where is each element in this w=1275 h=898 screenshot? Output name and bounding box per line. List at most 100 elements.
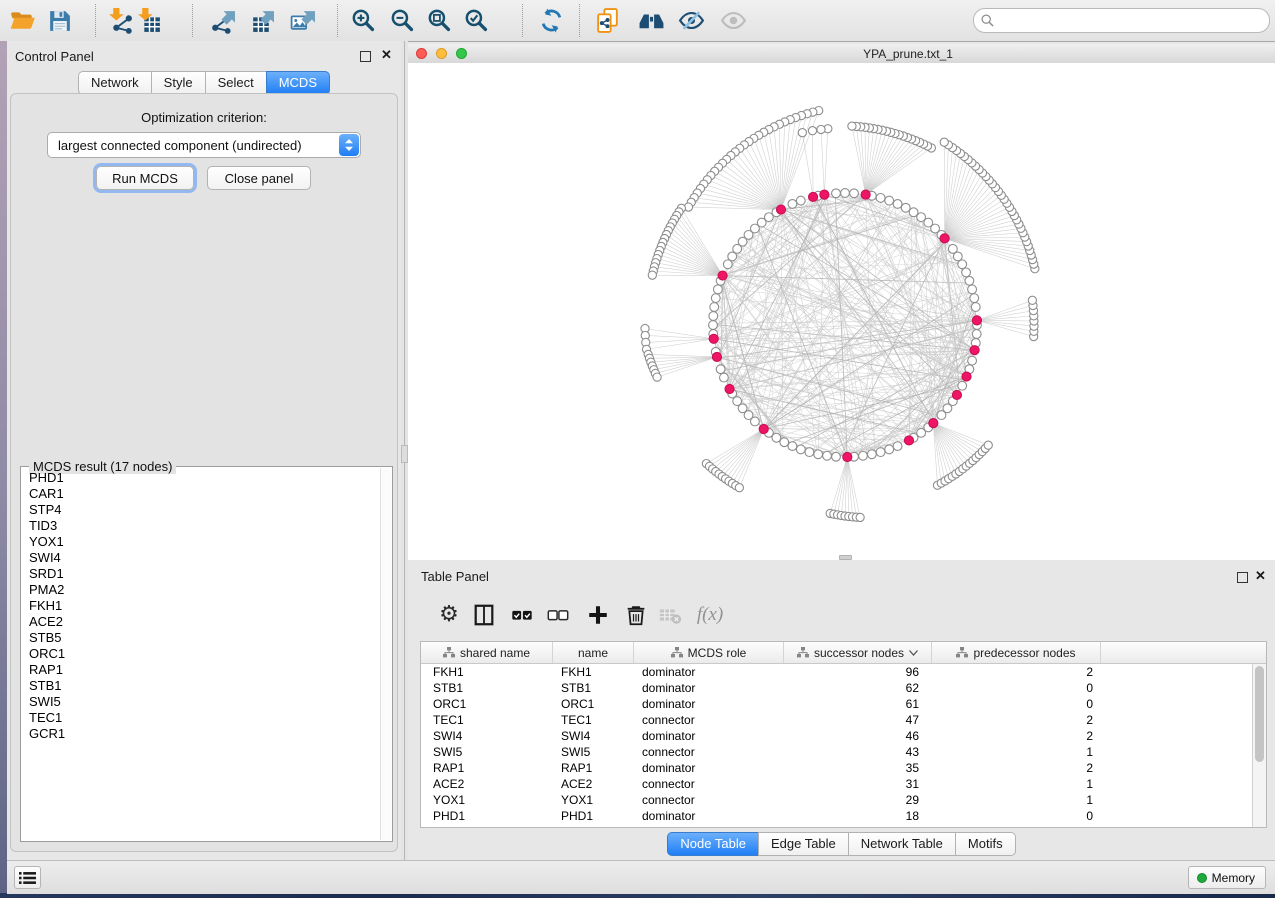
mcds-result-item[interactable]: STB5 <box>22 630 380 646</box>
tab-mcds[interactable]: MCDS <box>266 71 330 95</box>
cell-shared-name: ORC1 <box>421 696 553 712</box>
tab-network-table[interactable]: Network Table <box>848 832 956 856</box>
minimize-traffic-light[interactable] <box>436 48 447 59</box>
create-column-button[interactable] <box>581 598 615 632</box>
table-row[interactable]: PHD1PHD1dominator180 <box>421 808 1266 824</box>
duplicate-network-button[interactable] <box>589 3 625 37</box>
column-label: MCDS role <box>688 646 747 660</box>
network-canvas[interactable] <box>408 63 1275 560</box>
zoom-in-icon <box>350 7 377 34</box>
column-header-predecessor-nodes[interactable]: predecessor nodes <box>932 642 1101 663</box>
search-box[interactable] <box>973 8 1270 33</box>
cell-successor-nodes: 31 <box>784 776 932 792</box>
table-row[interactable]: SWI5SWI5connector431 <box>421 744 1266 760</box>
toolbar-separator <box>95 4 96 37</box>
hide-selected-button[interactable] <box>673 3 709 37</box>
control-panel-close-icon[interactable]: ✕ <box>381 50 392 60</box>
tab-motifs[interactable]: Motifs <box>955 832 1016 856</box>
mcds-result-item[interactable]: FKH1 <box>22 598 380 614</box>
table-row[interactable]: FKH1FKH1dominator962 <box>421 664 1266 680</box>
export-table-button[interactable] <box>243 3 279 37</box>
mcds-result-item[interactable]: TID3 <box>22 518 380 534</box>
mcds-result-item[interactable]: ACE2 <box>22 614 380 630</box>
vertical-splitter[interactable] <box>401 41 408 860</box>
cell-successor-nodes: 29 <box>784 792 932 808</box>
mcds-result-item[interactable]: SRD1 <box>22 566 380 582</box>
run-mcds-button[interactable]: Run MCDS <box>96 166 194 190</box>
column-header-MCDS-role[interactable]: MCDS role <box>634 642 784 663</box>
column-header-successor-nodes[interactable]: successor nodes <box>784 642 932 663</box>
sort-desc-icon <box>909 650 918 656</box>
save-session-button[interactable] <box>41 3 77 37</box>
mcds-result-item[interactable]: SWI5 <box>22 694 380 710</box>
select-all-rows-icon <box>510 603 534 627</box>
import-table-button[interactable] <box>131 3 167 37</box>
cell-shared-name: STB1 <box>421 680 553 696</box>
deselect-all-rows-button[interactable] <box>541 598 575 632</box>
mcds-result-item[interactable]: STB1 <box>22 678 380 694</box>
maximize-traffic-light[interactable] <box>456 48 467 59</box>
table-row[interactable]: ACE2ACE2connector311 <box>421 776 1266 792</box>
close-traffic-light[interactable] <box>416 48 427 59</box>
table-panel-float-icon[interactable] <box>1237 572 1248 583</box>
tab-network[interactable]: Network <box>78 71 152 95</box>
mcds-result-item[interactable]: ORC1 <box>22 646 380 662</box>
mcds-result-group: MCDS result (17 nodes) PHD1CAR1STP4TID3Y… <box>20 466 393 842</box>
refresh-button[interactable] <box>533 3 569 37</box>
zoom-fit-button[interactable] <box>421 3 457 37</box>
hierarchy-icon <box>443 647 455 658</box>
export-image-button[interactable] <box>284 3 320 37</box>
optimization-criterion-select[interactable]: largest connected component (undirected) <box>47 132 361 158</box>
mcds-result-item[interactable]: STP4 <box>22 502 380 518</box>
mcds-result-scrollbar[interactable] <box>380 468 391 840</box>
table-scrollbar[interactable] <box>1252 664 1266 827</box>
table-row[interactable]: RAP1RAP1dominator352 <box>421 760 1266 776</box>
mcds-result-item[interactable]: PHD1 <box>22 470 380 486</box>
column-header-shared-name[interactable]: shared name <box>421 642 553 663</box>
panel-menu-button[interactable] <box>14 866 41 889</box>
mcds-result-item[interactable]: YOX1 <box>22 534 380 550</box>
cell-successor-nodes: 96 <box>784 664 932 680</box>
tab-style[interactable]: Style <box>151 71 206 95</box>
delete-column-button[interactable] <box>619 598 653 632</box>
tab-select[interactable]: Select <box>205 71 267 95</box>
mcds-result-item[interactable]: RAP1 <box>22 662 380 678</box>
export-network-button[interactable] <box>204 3 240 37</box>
mcds-result-item[interactable]: PMA2 <box>22 582 380 598</box>
search-input[interactable] <box>994 11 1261 30</box>
table-scrollbar-thumb[interactable] <box>1255 666 1264 762</box>
cell-predecessor-nodes: 1 <box>932 776 1101 792</box>
table-row[interactable]: STB1STB1dominator620 <box>421 680 1266 696</box>
mcds-result-list[interactable]: PHD1CAR1STP4TID3YOX1SWI4SRD1PMA2FKH1ACE2… <box>22 470 380 840</box>
table-row[interactable]: TEC1TEC1connector472 <box>421 712 1266 728</box>
memory-button[interactable]: Memory <box>1188 866 1266 889</box>
show-columns-button[interactable] <box>467 598 501 632</box>
network-window-title: YPA_prune.txt_1 <box>788 47 1028 61</box>
select-all-rows-button[interactable] <box>505 598 539 632</box>
control-panel-title: Control Panel <box>15 49 94 64</box>
tab-node-table[interactable]: Node Table <box>667 832 759 856</box>
column-header-name[interactable]: name <box>553 642 634 663</box>
zoom-out-button[interactable] <box>384 3 420 37</box>
table-row[interactable]: SWI4SWI4dominator462 <box>421 728 1266 744</box>
table-panel-close-icon[interactable]: ✕ <box>1255 571 1266 581</box>
close-panel-button[interactable]: Close panel <box>207 166 311 190</box>
mcds-result-item[interactable]: TEC1 <box>22 710 380 726</box>
table-settings-button[interactable]: ⚙ <box>432 598 466 632</box>
mcds-result-item[interactable]: SWI4 <box>22 550 380 566</box>
memory-status-icon <box>1197 873 1207 883</box>
table-row[interactable]: YOX1YOX1connector291 <box>421 792 1266 808</box>
open-session-button[interactable] <box>4 3 40 37</box>
control-panel-float-icon[interactable] <box>360 51 371 62</box>
cell-predecessor-nodes: 0 <box>932 680 1101 696</box>
splitter-grip[interactable] <box>401 445 408 463</box>
mcds-result-item[interactable]: CAR1 <box>22 486 380 502</box>
find-button[interactable] <box>633 3 669 37</box>
network-window-titlebar[interactable]: YPA_prune.txt_1 <box>408 44 1275 64</box>
cell-successor-nodes: 47 <box>784 712 932 728</box>
zoom-selected-button[interactable] <box>458 3 494 37</box>
zoom-in-button[interactable] <box>345 3 381 37</box>
mcds-result-item[interactable]: GCR1 <box>22 726 380 742</box>
table-row[interactable]: ORC1ORC1dominator610 <box>421 696 1266 712</box>
tab-edge-table[interactable]: Edge Table <box>758 832 849 856</box>
